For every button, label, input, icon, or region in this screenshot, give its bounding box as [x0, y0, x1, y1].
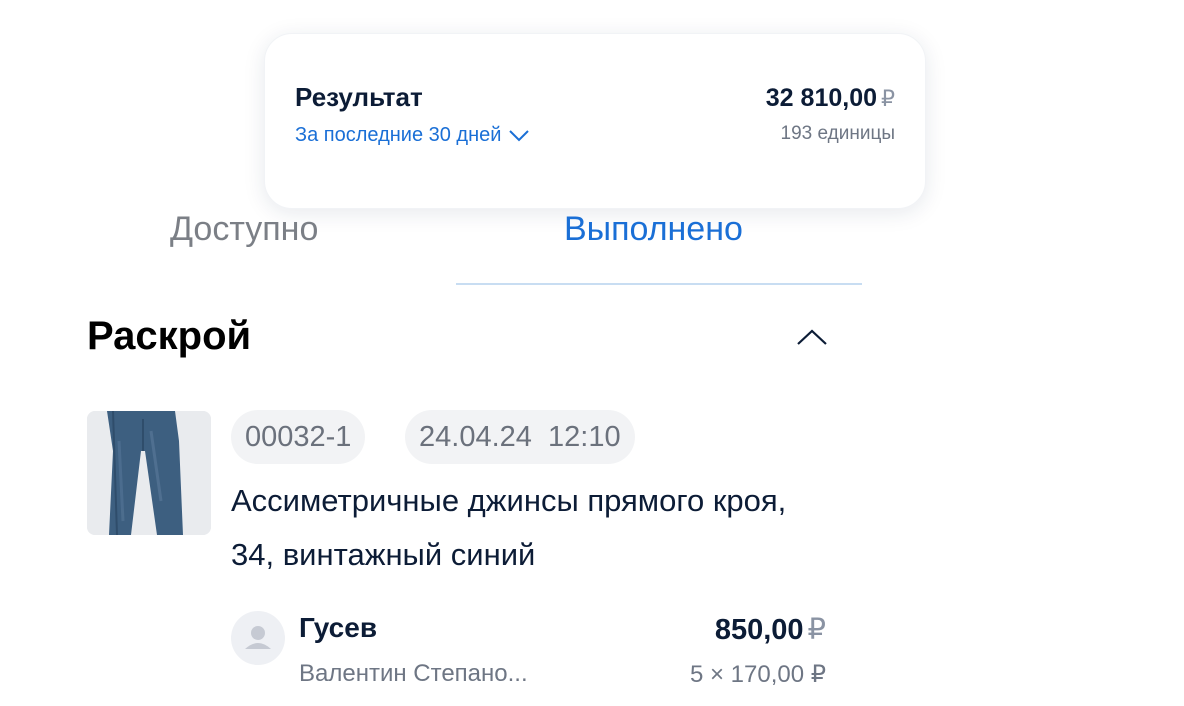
payment-total: 850,00 ₽ [715, 612, 826, 647]
tab-done[interactable]: Выполнено [564, 210, 743, 249]
chevron-down-icon [509, 129, 530, 141]
order-id-chip: 00032-1 [231, 410, 366, 464]
period-label: За последние 30 дней [295, 124, 502, 146]
worker-last-name: Гусев [299, 612, 378, 643]
section-title: Раскрой [87, 314, 252, 358]
chevron-up-icon[interactable] [794, 326, 830, 350]
active-tab-indicator [456, 283, 862, 285]
currency-sign: ₽ [807, 614, 826, 646]
result-units: 193 единицы [780, 123, 895, 144]
result-card: Результат За последние 30 дней 32 810,00… [264, 33, 926, 209]
worker-first-name: Валентин Степано... [299, 660, 528, 687]
order-date-chip: 24.04.24 12:10 [405, 410, 635, 464]
tab-available[interactable]: Доступно [170, 210, 318, 249]
currency-sign: ₽ [881, 86, 895, 111]
result-title: Результат [295, 82, 423, 112]
payment-total-value: 850,00 [714, 614, 804, 646]
result-amount-value: 32 810,00 [765, 84, 877, 112]
period-dropdown[interactable]: За последние 30 дней [295, 124, 530, 147]
avatar [231, 611, 285, 665]
jeans-image [87, 411, 211, 535]
product-name: Ассиметричные джинсы прямого кроя, 34, в… [231, 483, 787, 572]
payment-calc: 5 × 170,00 ₽ [689, 661, 826, 688]
user-icon [245, 626, 271, 649]
product-image [87, 411, 211, 535]
result-amount: 32 810,00 ₽ [766, 84, 895, 113]
